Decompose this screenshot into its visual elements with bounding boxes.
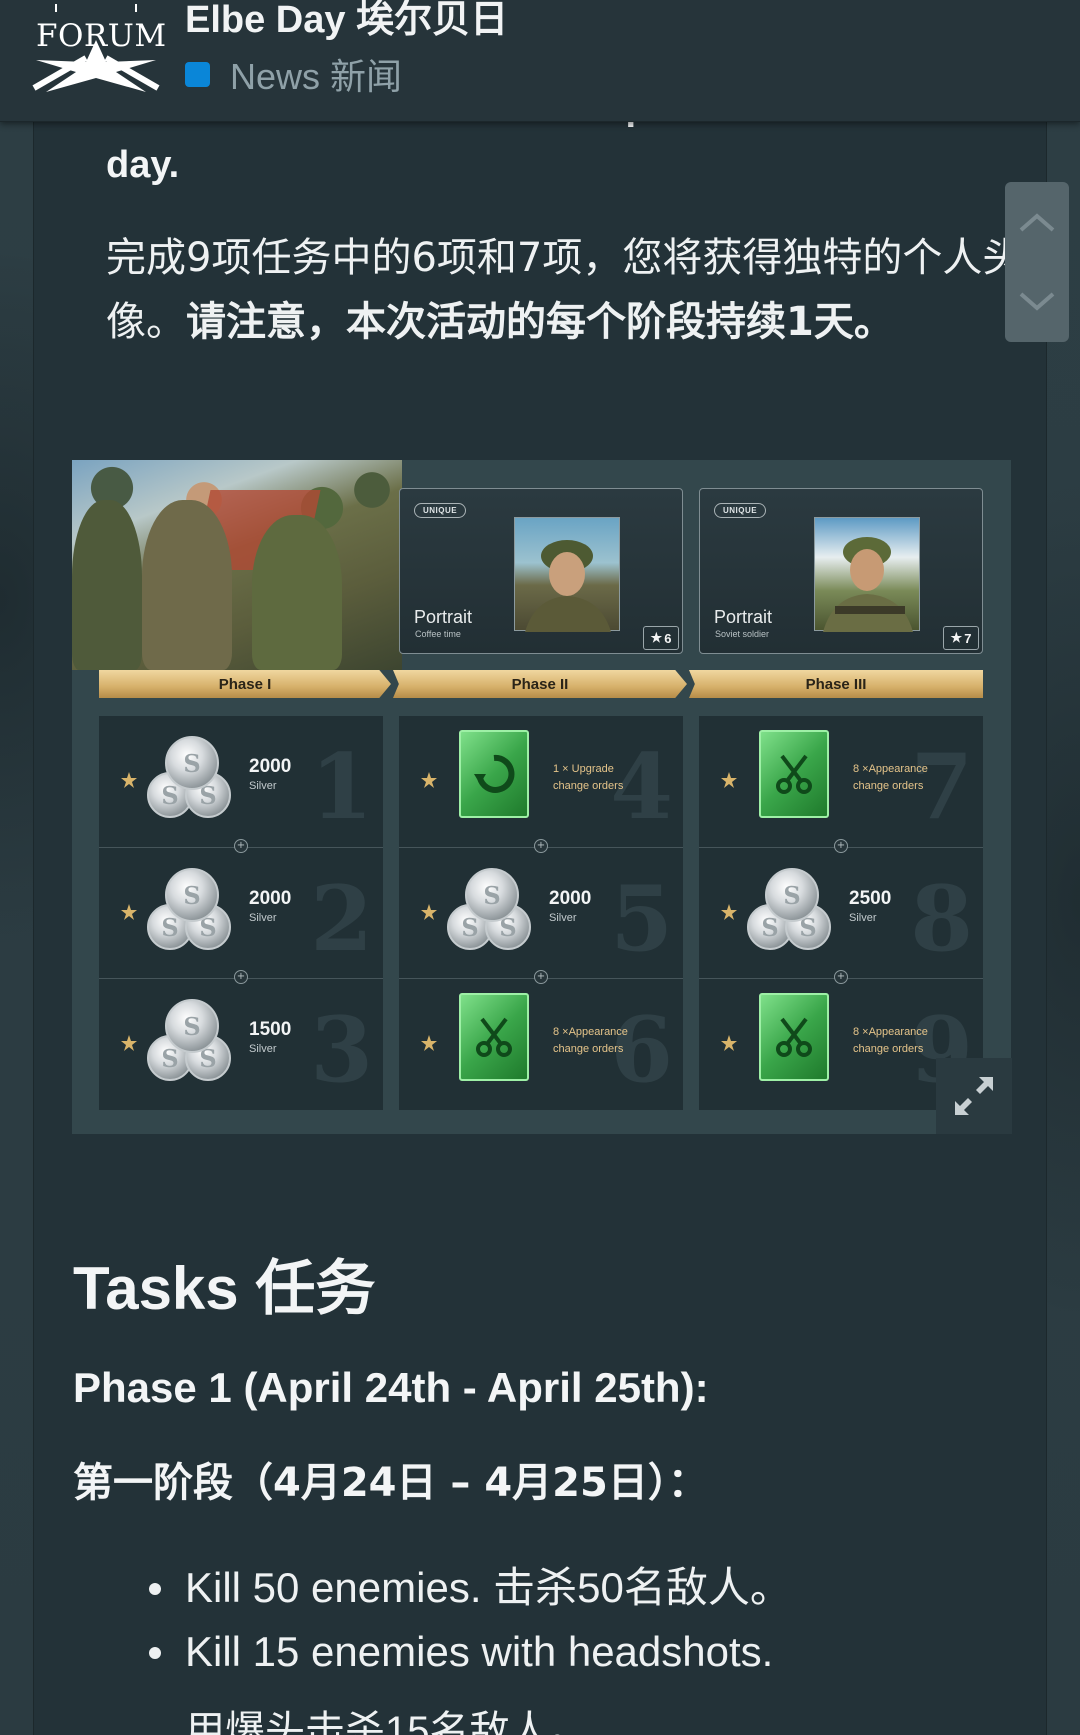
- card-title: Portrait: [414, 607, 473, 627]
- reward-cell: 1 SSS 2000 Silver: [99, 716, 383, 847]
- star-icon: [121, 1035, 137, 1055]
- silver-coins-icon: SSS: [147, 999, 237, 1089]
- connector-node: +: [534, 839, 548, 853]
- category-color-square: [185, 61, 210, 87]
- star-icon: [421, 1035, 437, 1055]
- card-subtitle: Coffee time: [415, 629, 461, 639]
- star-rating: ★ 6: [643, 626, 679, 650]
- star-icon: [121, 772, 137, 792]
- list-item-continuation: 用爆头击杀15名敌人。: [185, 1709, 590, 1735]
- portrait-image: [514, 517, 620, 632]
- reward-cell: 2 SSS 2000 Silver: [99, 847, 383, 978]
- appearance-order-icon: [759, 993, 829, 1081]
- scroll-down-button[interactable]: [1005, 262, 1069, 342]
- phase-2-rewards: 4 1 × Upgrade change orders 5 SSS 2000 S…: [399, 716, 683, 1110]
- reward-cell: 7 8 ×Appearance change orders: [699, 716, 983, 847]
- portrait-card-soviet-soldier: UNIQUE Portrait Soviet soldier ★ 7: [699, 488, 983, 654]
- silver-coins-icon: SSS: [147, 868, 237, 958]
- card-title: Portrait: [714, 607, 773, 627]
- phase-bar-2: Phase II: [393, 670, 687, 698]
- connector-node: +: [234, 970, 248, 984]
- unique-badge: UNIQUE: [414, 503, 467, 518]
- silver-coins-icon: SSS: [747, 868, 837, 958]
- category-label: News 新闻: [230, 56, 403, 97]
- star-icon: [421, 772, 437, 792]
- timeline-scroll-widget[interactable]: [1005, 182, 1069, 342]
- appearance-order-icon: [459, 993, 529, 1081]
- scroll-up-button[interactable]: [1005, 182, 1069, 262]
- star-icon: ★: [650, 630, 663, 645]
- silver-coins-icon: SSS: [147, 736, 237, 826]
- star-icon: [721, 1035, 737, 1055]
- reward-cell: 5 SSS 2000 Silver: [399, 847, 683, 978]
- star-icon: [421, 904, 437, 924]
- topic-header: FORUM Elbe Day 埃尔贝日 News 新闻: [0, 0, 1080, 122]
- card-subtitle: Soviet soldier: [715, 629, 770, 639]
- connector-node: +: [234, 839, 248, 853]
- expand-icon: [955, 1077, 993, 1115]
- chevron-down-icon: [1019, 292, 1055, 311]
- hero-illustration: [72, 460, 402, 670]
- silver-coins-icon: SSS: [447, 868, 537, 958]
- star-icon: ★: [950, 630, 963, 645]
- post-content: Please note that the time for phases las…: [33, 0, 1047, 1735]
- phase-bar-1: Phase I: [99, 670, 391, 698]
- tasks-heading: Tasks 任务: [73, 1255, 376, 1322]
- list-item: Kill 15 enemies with headshots.: [149, 1620, 792, 1684]
- phase-1-heading-en: Phase 1 (April 24th - April 25th):: [73, 1364, 709, 1411]
- star-icon: [721, 772, 737, 792]
- reward-cell: 4 1 × Upgrade change orders: [399, 716, 683, 847]
- category-badge[interactable]: News 新闻: [185, 52, 402, 97]
- intro-cn-bold: 请注意，本次活动的每个阶段持续1天。: [186, 299, 894, 345]
- event-rewards-image[interactable]: UNIQUE Portrait Coffee time ★ 6 UNIQUE P…: [72, 460, 1011, 1134]
- intro-en-tail: day.: [106, 144, 180, 186]
- star-icon: [721, 904, 737, 924]
- phase-bar-3: Phase III: [689, 670, 983, 698]
- unique-badge: UNIQUE: [714, 503, 767, 518]
- connector-node: +: [834, 970, 848, 984]
- forum-logo[interactable]: FORUM: [26, 0, 166, 95]
- connector-node: +: [534, 970, 548, 984]
- phase-3-rewards: 7 8 ×Appearance change orders 8 SSS 2500…: [699, 716, 983, 1110]
- intro-cn-paragraph: 完成9项任务中的6项和7项，您将获得独特的个人头像。请注意，本次活动的每个阶段持…: [106, 226, 1036, 354]
- phase-1-rewards: 1 SSS 2000 Silver 2 SSS 2000 Silver 3 S …: [99, 716, 383, 1110]
- reward-cell: 3 SSS 1500 Silver: [99, 978, 383, 1109]
- connector-node: +: [834, 839, 848, 853]
- star-icon: [121, 904, 137, 924]
- star-rating: ★ 7: [943, 626, 979, 650]
- upgrade-order-icon: [459, 730, 529, 818]
- phase-1-heading-cn: 第一阶段（4月24日 – 4月25日）：: [73, 1460, 708, 1506]
- expand-image-button[interactable]: [936, 1058, 1012, 1134]
- phase-1-task-list: Kill 50 enemies. 击杀50名敌人。 Kill 15 enemie…: [149, 1556, 792, 1684]
- reward-cell: 8 SSS 2500 Silver: [699, 847, 983, 978]
- topic-title[interactable]: Elbe Day 埃尔贝日: [185, 0, 508, 43]
- chevron-up-icon: [1019, 213, 1055, 232]
- portrait-image: [814, 517, 920, 632]
- logo-text: FORUM: [36, 18, 167, 54]
- portrait-card-coffee-time: UNIQUE Portrait Coffee time ★ 6: [399, 488, 683, 654]
- reward-cell: 6 8 ×Appearance change orders: [399, 978, 683, 1109]
- appearance-order-icon: [759, 730, 829, 818]
- list-item: Kill 50 enemies. 击杀50名敌人。: [149, 1556, 792, 1620]
